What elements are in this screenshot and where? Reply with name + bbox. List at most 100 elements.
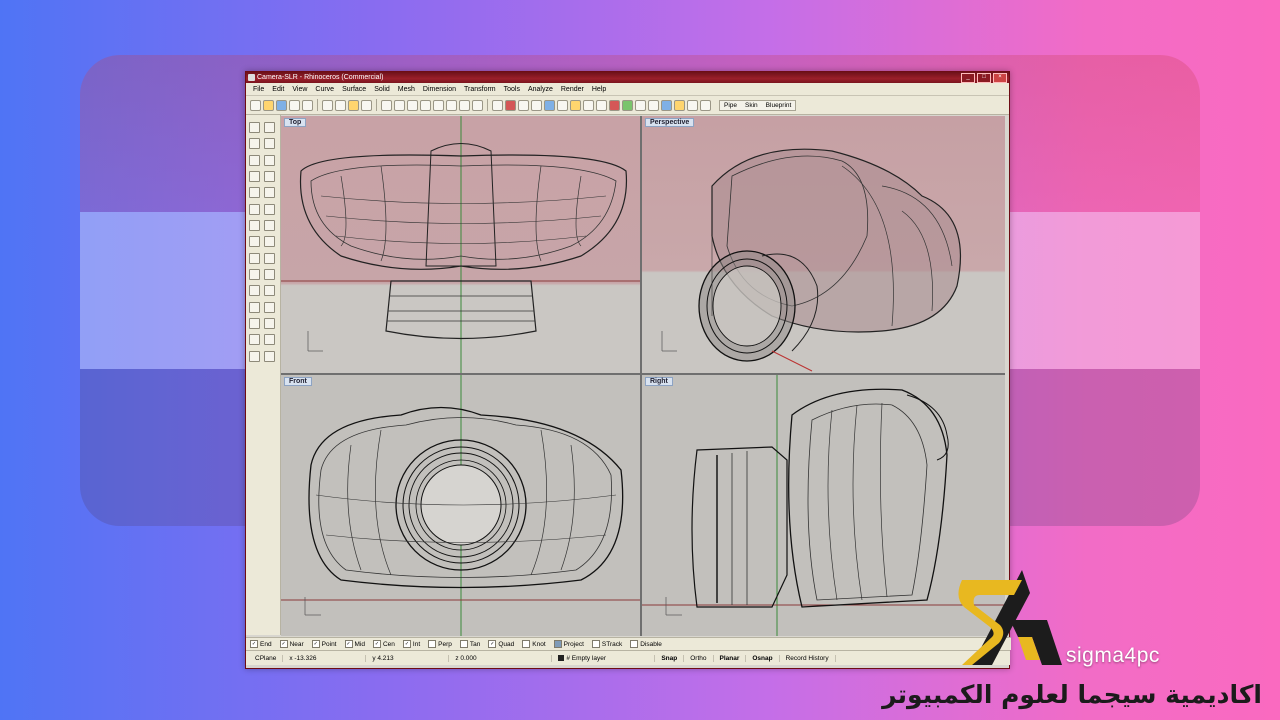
osnap-int[interactable]: ✓ Int <box>402 640 420 648</box>
copy-icon[interactable] <box>335 99 346 111</box>
loft-icon[interactable] <box>264 204 275 215</box>
checkbox-icon[interactable] <box>428 640 437 648</box>
help-icon[interactable] <box>700 99 711 111</box>
rotate-view-icon[interactable] <box>394 99 405 111</box>
osnap-mid[interactable]: ✓ Mid <box>344 640 365 648</box>
checkbox-icon[interactable]: ✓ <box>402 640 411 648</box>
checkbox-icon[interactable] <box>459 640 468 648</box>
lightbulb-icon[interactable] <box>570 99 581 111</box>
osnap-point[interactable]: ✓ Point <box>311 640 337 648</box>
status-planar[interactable]: Planar <box>714 654 747 662</box>
globe-icon[interactable] <box>661 99 672 111</box>
viewport-label-right[interactable]: Right <box>645 377 673 386</box>
planar-surface-icon[interactable] <box>249 204 260 215</box>
fillet-icon[interactable] <box>249 302 260 313</box>
render-cube-icon[interactable] <box>249 351 260 362</box>
curve-icon[interactable] <box>264 138 275 149</box>
viewport-top[interactable]: Top <box>281 116 640 373</box>
zoom-icon[interactable] <box>407 99 418 111</box>
group-icon[interactable] <box>264 285 275 296</box>
layers-icon[interactable] <box>557 99 568 111</box>
menu-curve[interactable]: Curve <box>311 86 338 93</box>
viewport-front[interactable]: Front <box>281 375 640 636</box>
render-sphere-icon[interactable] <box>635 99 646 111</box>
viewport-label-perspective[interactable]: Perspective <box>645 118 695 127</box>
save-icon[interactable] <box>276 99 287 111</box>
zoom-selected-icon[interactable] <box>446 99 457 111</box>
menu-tools[interactable]: Tools <box>500 86 524 93</box>
shaded-icon[interactable] <box>531 99 542 111</box>
wireframe-icon[interactable] <box>518 99 529 111</box>
osnap-project[interactable]: Project <box>553 640 584 648</box>
copy-tool-icon[interactable] <box>264 318 275 329</box>
osnap-near[interactable]: ✓ Near <box>279 640 304 648</box>
status-snap[interactable]: Snap <box>655 654 685 662</box>
menu-transform[interactable]: Transform <box>460 86 500 93</box>
checkbox-icon[interactable]: ✓ <box>311 640 320 648</box>
rectangle-icon[interactable] <box>264 171 275 182</box>
rendered-icon[interactable] <box>544 99 555 111</box>
cut-icon[interactable] <box>322 99 333 111</box>
join-icon[interactable] <box>249 285 260 296</box>
undo-view-icon[interactable] <box>459 99 470 111</box>
tab-pipe[interactable]: Pipe <box>720 101 741 110</box>
minimize-icon[interactable]: _ <box>961 73 975 83</box>
point-icon[interactable] <box>264 122 275 133</box>
osnap-toggle-icon[interactable] <box>687 99 698 111</box>
properties-icon[interactable] <box>609 99 620 111</box>
new-file-icon[interactable] <box>250 99 261 111</box>
paste-icon[interactable] <box>348 99 359 111</box>
checkbox-icon[interactable]: ✓ <box>250 640 258 648</box>
checkbox-icon[interactable] <box>553 640 562 648</box>
menu-mesh[interactable]: Mesh <box>394 86 419 93</box>
trim-icon[interactable] <box>249 269 260 280</box>
select-icon[interactable] <box>583 99 594 111</box>
pan-icon[interactable] <box>381 99 392 111</box>
checkbox-icon[interactable] <box>522 640 531 648</box>
osnap-tan[interactable]: Tan <box>459 640 480 648</box>
osnap-quad[interactable]: ✓ Quad <box>488 640 514 648</box>
menu-help[interactable]: Help <box>588 86 610 93</box>
environment-icon[interactable] <box>648 99 659 111</box>
car-icon[interactable] <box>505 99 516 111</box>
text-icon[interactable] <box>264 187 275 198</box>
undo-icon[interactable] <box>361 99 372 111</box>
viewport-perspective[interactable]: Perspective <box>642 116 1005 373</box>
options-gear-icon[interactable] <box>674 99 685 111</box>
open-file-icon[interactable] <box>263 99 274 111</box>
menu-file[interactable]: File <box>249 86 268 93</box>
menu-view[interactable]: View <box>288 86 311 93</box>
dimension-icon[interactable] <box>264 334 275 345</box>
status-osnap[interactable]: Osnap <box>746 654 780 662</box>
polygon-icon[interactable] <box>249 187 260 198</box>
menu-analyze[interactable]: Analyze <box>524 86 557 93</box>
box-icon[interactable] <box>249 220 260 231</box>
osnap-perp[interactable]: Perp <box>428 640 452 648</box>
osnap-strack[interactable]: STrack <box>591 640 622 648</box>
status-record-history[interactable]: Record History <box>780 654 836 662</box>
checkbox-icon[interactable] <box>591 640 600 648</box>
boolean-icon[interactable] <box>249 253 260 264</box>
zoom-window-icon[interactable] <box>420 99 431 111</box>
osnap-cen[interactable]: ✓ Cen <box>372 640 395 648</box>
osnap-disable[interactable]: Disable <box>630 640 662 648</box>
import-icon[interactable] <box>302 99 313 111</box>
menu-dimension[interactable]: Dimension <box>419 86 460 93</box>
checkbox-icon[interactable]: ✓ <box>488 640 497 648</box>
mesh-icon[interactable] <box>264 236 275 247</box>
split-icon[interactable] <box>264 269 275 280</box>
grid-icon[interactable] <box>492 99 503 111</box>
polyline-icon[interactable] <box>249 138 260 149</box>
zoom-extents-icon[interactable] <box>433 99 444 111</box>
menu-edit[interactable]: Edit <box>268 86 288 93</box>
close-icon[interactable]: × <box>993 73 1007 83</box>
maximize-icon[interactable]: □ <box>977 73 991 83</box>
status-layer[interactable]: # Empty layer <box>552 654 656 662</box>
status-ortho[interactable]: Ortho <box>684 654 714 662</box>
checkbox-icon[interactable]: ✓ <box>372 640 381 648</box>
checkbox-icon[interactable]: ✓ <box>344 640 353 648</box>
menu-solid[interactable]: Solid <box>370 86 394 93</box>
cylinder-icon[interactable] <box>249 236 260 247</box>
status-cplane[interactable]: CPlane <box>249 654 284 662</box>
menu-render[interactable]: Render <box>557 86 588 93</box>
